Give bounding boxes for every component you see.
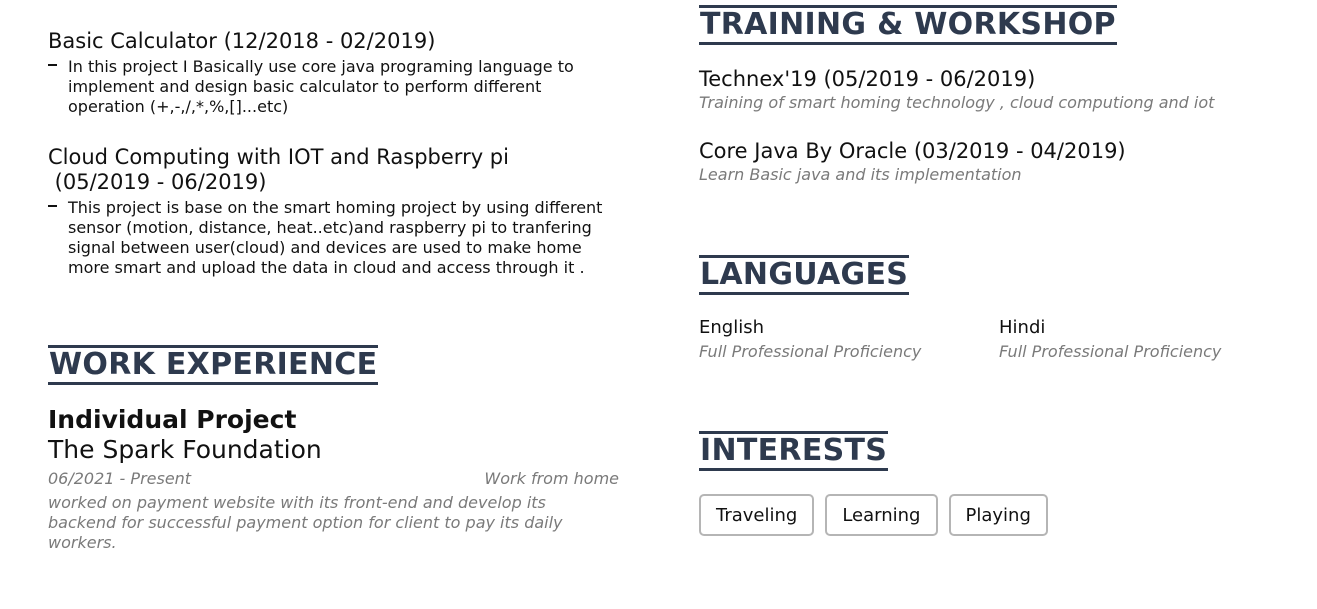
project-bullets: This project is base on the smart homing…: [48, 198, 628, 278]
project-bullet: In this project I Basically use core jav…: [48, 57, 588, 117]
language-item: English Full Professional Proficiency: [699, 317, 999, 362]
language-name: Hindi: [999, 317, 1046, 338]
language-item: Hindi Full Professional Proficiency: [999, 317, 1299, 362]
section-heading-languages: LANGUAGES: [699, 255, 910, 295]
job-company: The Spark Foundation: [48, 435, 322, 464]
languages-section: LANGUAGES English Full Professional Prof…: [699, 255, 1299, 362]
training-description: Training of smart homing technology , cl…: [699, 93, 1215, 112]
job-meta: 06/2021 - Present Work from home: [48, 469, 619, 489]
job-dates: 06/2021 - Present: [48, 469, 192, 488]
language-level: Full Professional Proficiency: [699, 342, 922, 361]
project-title: Basic Calculator (12/2018 - 02/2019): [48, 29, 436, 53]
interest-chip: Playing: [948, 494, 1048, 536]
project-title-line2: (05/2019 - 06/2019): [48, 170, 267, 194]
section-heading-work-experience: WORK EXPERIENCE: [48, 345, 379, 385]
interests-section: INTERESTS Traveling Learning Playing: [699, 431, 1299, 536]
training-item: Technex'19 (05/2019 - 06/2019) Training …: [699, 67, 1299, 113]
language-level: Full Professional Proficiency: [999, 342, 1222, 361]
language-name: English: [699, 317, 764, 338]
interest-list: Traveling Learning Playing: [699, 494, 1299, 536]
training-item: Core Java By Oracle (03/2019 - 04/2019) …: [699, 139, 1299, 185]
interest-chip: Learning: [825, 494, 938, 536]
job-location: Work from home: [484, 469, 619, 488]
project-basic-calculator: Basic Calculator (12/2018 - 02/2019) In …: [48, 29, 628, 117]
work-experience-section: WORK EXPERIENCE Individual Project The S…: [48, 345, 628, 553]
language-list: English Full Professional Proficiency Hi…: [699, 317, 1299, 362]
training-title: Technex'19 (05/2019 - 06/2019): [699, 67, 1036, 91]
job-description: worked on payment website with its front…: [48, 493, 563, 552]
job-entry: Individual Project The Spark Foundation …: [48, 405, 628, 553]
project-cloud-computing: Cloud Computing with IOT and Raspberry p…: [48, 145, 628, 278]
section-heading-interests: INTERESTS: [699, 431, 889, 471]
job-title: Individual Project: [48, 405, 297, 434]
interest-chip: Traveling: [699, 494, 815, 536]
section-heading-training: TRAINING & WORKSHOP: [699, 5, 1117, 45]
project-bullets: In this project I Basically use core jav…: [48, 57, 628, 117]
training-description: Learn Basic java and its implementation: [699, 165, 1022, 184]
project-bullet: This project is base on the smart homing…: [48, 198, 613, 278]
training-title: Core Java By Oracle (03/2019 - 04/2019): [699, 139, 1126, 163]
training-section: TRAINING & WORKSHOP Technex'19 (05/2019 …: [699, 5, 1299, 185]
project-title-line1: Cloud Computing with IOT and Raspberry p…: [48, 145, 509, 169]
